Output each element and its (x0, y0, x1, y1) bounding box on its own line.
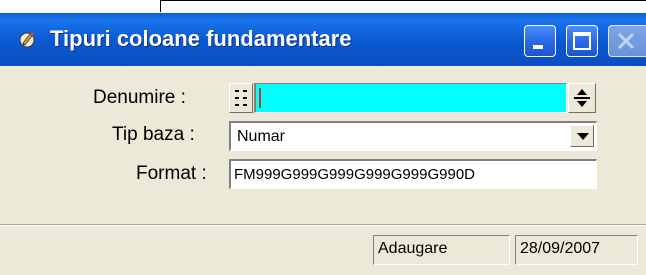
minimize-button[interactable] (524, 25, 556, 57)
status-bar: Adaugare 28/09/2007 (0, 225, 646, 275)
denumire-label: Denumire : (93, 87, 186, 108)
maximize-button[interactable] (566, 25, 598, 57)
close-button[interactable] (608, 25, 646, 57)
form-area: Denumire : Tip baza: Numar Format: FM9… (0, 66, 646, 225)
text-caret (259, 88, 261, 108)
dropdown-arrow-icon (577, 133, 589, 140)
tip-baza-select[interactable]: Numar (229, 121, 597, 151)
status-date: 28/09/2007 (515, 235, 638, 265)
tip-baza-value: Numar (237, 128, 286, 145)
tip-baza-label: Tip baza : (112, 124, 195, 145)
grip-button[interactable] (229, 83, 253, 113)
denumire-field[interactable] (254, 83, 567, 113)
tip-baza-dropdown-button[interactable] (570, 125, 594, 147)
format-value: FM999G999G999G999G999G990D (234, 166, 475, 183)
background-divider (160, 0, 646, 1)
spinner-icon (574, 89, 590, 107)
dialog-window: Tipuri coloane fundamentare Denumire : T… (0, 12, 646, 275)
app-pencil-icon[interactable] (17, 29, 37, 49)
format-field[interactable]: FM999G999G999G999G999G990D (229, 159, 597, 189)
minimize-icon (533, 45, 543, 49)
screen: Tipuri coloane fundamentare Denumire : T… (0, 0, 646, 275)
maximize-icon (573, 32, 591, 50)
window-title: Tipuri coloane fundamentare (50, 26, 352, 51)
close-icon (617, 32, 635, 50)
denumire-spinner[interactable] (568, 83, 596, 113)
grip-icon (235, 90, 247, 106)
title-bar[interactable]: Tipuri coloane fundamentare (0, 13, 646, 66)
format-label: Format : (136, 163, 207, 184)
status-mode: Adaugare (373, 235, 510, 265)
